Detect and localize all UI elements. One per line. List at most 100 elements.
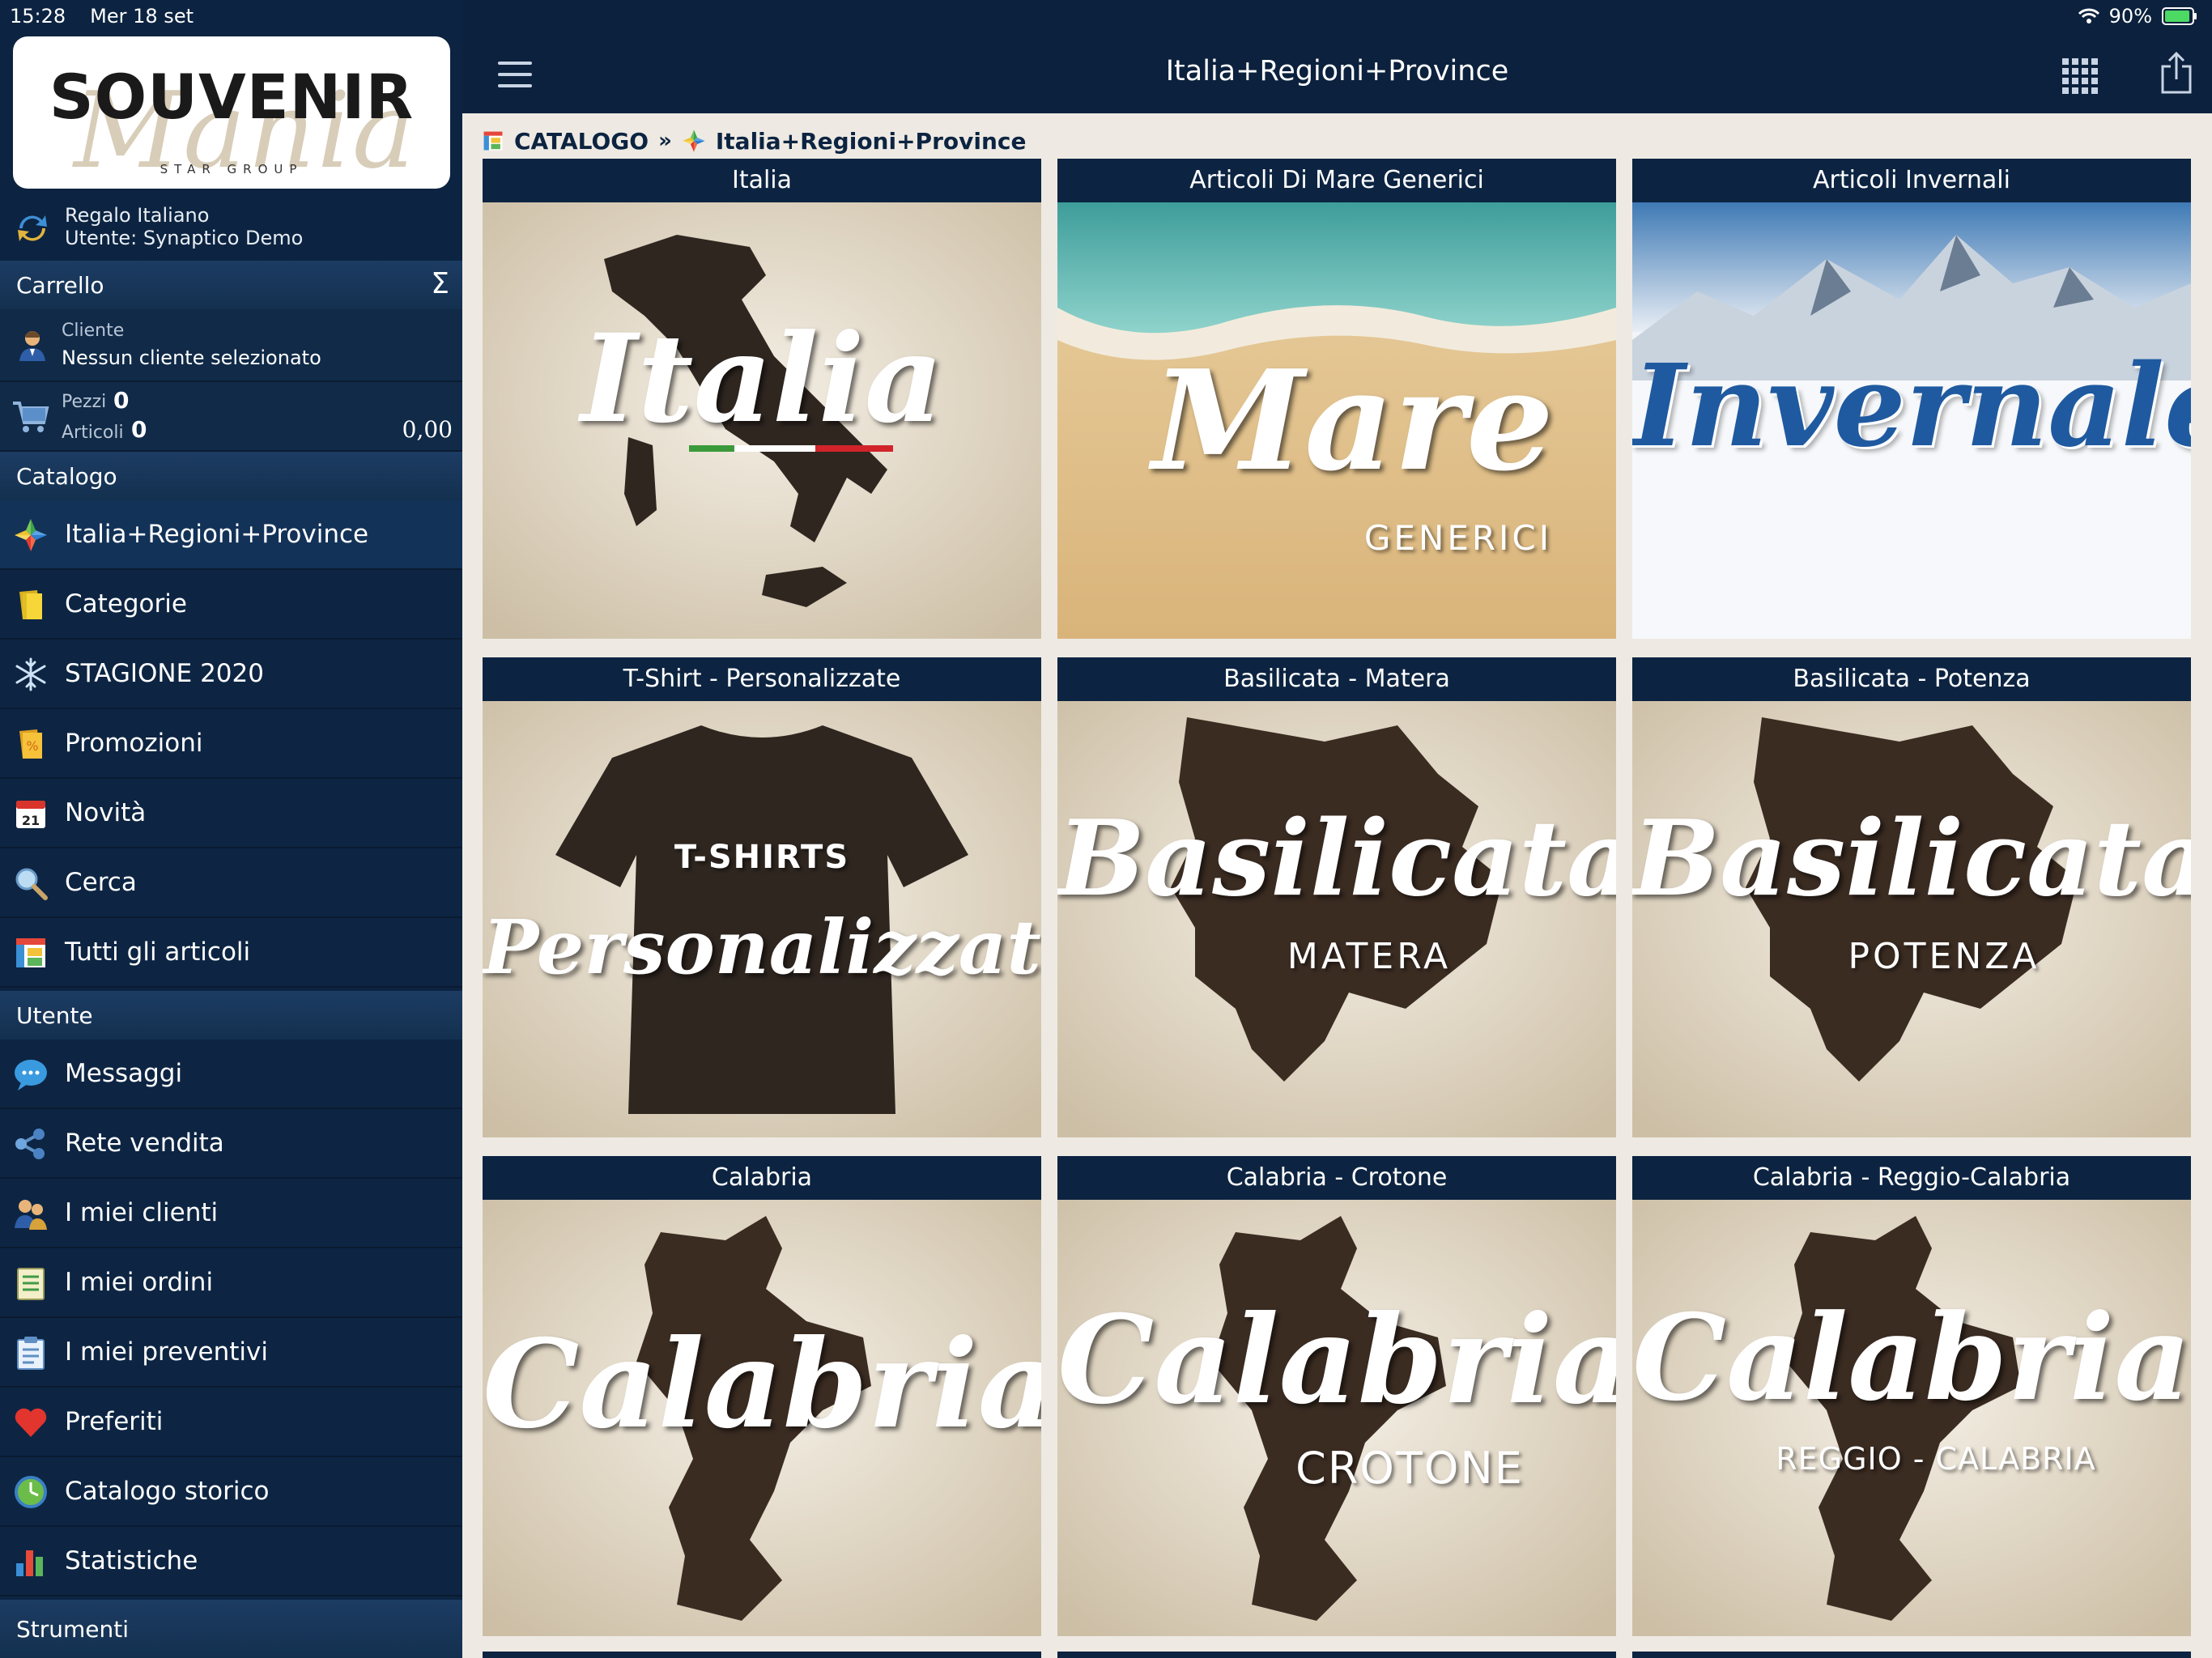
wifi-icon bbox=[2078, 8, 2099, 23]
promo-icon: % bbox=[19, 729, 42, 759]
flag-green-stripe bbox=[689, 445, 734, 452]
sidebar-item-label: Statistiche bbox=[65, 1546, 198, 1575]
sidebar-item-sales-network[interactable]: Rete vendita bbox=[0, 1109, 462, 1179]
tile-script-text: Basilicata bbox=[1057, 798, 1616, 920]
sidebar-item-my-orders[interactable]: I miei ordini bbox=[0, 1248, 462, 1318]
tile-subtitle: POTENZA bbox=[1848, 936, 2040, 977]
sidebar-item-my-clients[interactable]: I miei clienti bbox=[0, 1179, 462, 1248]
sidebar-item-news[interactable]: 21 Novità bbox=[0, 779, 462, 848]
tile-image: T-SHIRTS Personalizzate bbox=[483, 701, 1041, 1137]
sigma-icon[interactable]: Σ bbox=[431, 267, 449, 300]
tile-image: Italia bbox=[483, 202, 1041, 639]
tile-script-text: Calabria bbox=[1632, 1289, 2191, 1427]
sidebar-item-categories[interactable]: Categorie bbox=[0, 570, 462, 640]
grid-view-icon[interactable] bbox=[2062, 58, 2098, 94]
tile-script-text: Italia bbox=[581, 308, 943, 450]
tile-image: Invernale bbox=[1632, 202, 2191, 639]
customer-value: Nessun cliente selezionato bbox=[62, 346, 321, 369]
cart-section-header: Carrello Σ bbox=[0, 261, 462, 309]
tile-title: Calabria - Reggio-Calabria bbox=[1632, 1156, 2191, 1200]
regions-icon bbox=[683, 130, 705, 152]
sidebar-item-label: Novità bbox=[65, 798, 147, 827]
tile-title: Basilicata - Matera bbox=[1057, 657, 1616, 701]
sidebar-item-search[interactable]: Cerca bbox=[0, 848, 462, 918]
sidebar-item-all-items[interactable]: Tutti gli articoli bbox=[0, 918, 462, 988]
clients-icon bbox=[15, 1200, 47, 1230]
tile-subtitle: T-SHIRTS bbox=[674, 839, 850, 876]
status-date: Mer 18 set bbox=[90, 5, 194, 28]
svg-text:21: 21 bbox=[22, 813, 40, 828]
catalog-section-header: Catalogo bbox=[0, 452, 462, 500]
breadcrumb-root[interactable]: CATALOGO bbox=[514, 128, 649, 155]
tile-title: Articoli Invernali bbox=[1632, 159, 2191, 202]
share-icon[interactable] bbox=[2159, 52, 2193, 94]
user-section-label: Utente bbox=[16, 1001, 93, 1029]
sidebar-item-label: Catalogo storico bbox=[65, 1477, 270, 1506]
cart-summary[interactable]: Pezzi 0 Articoli 0 0,00 bbox=[0, 382, 462, 452]
cart-section-label: Carrello bbox=[16, 271, 104, 299]
all-items-icon bbox=[16, 938, 45, 967]
customer-selector[interactable]: Cliente Nessun cliente selezionato bbox=[0, 309, 462, 382]
sync-icon bbox=[18, 215, 47, 241]
sidebar-item-label: I miei clienti bbox=[65, 1198, 219, 1227]
sidebar-item-messages[interactable]: Messaggi bbox=[0, 1039, 462, 1109]
sidebar-item-label: I miei ordini bbox=[65, 1268, 214, 1297]
tile-subtitle: CROTONE bbox=[1295, 1443, 1524, 1494]
regions-icon bbox=[15, 519, 47, 551]
catalog-content: CATALOGO » Italia+Regioni+Province Itali… bbox=[462, 113, 2212, 1658]
tile-image: Basilicata MATERA bbox=[1057, 701, 1616, 1137]
tile-calabria-reggio[interactable]: Calabria - Reggio-Calabria Calabria REGG… bbox=[1632, 1156, 2191, 1636]
calendar-icon: 21 bbox=[16, 801, 45, 828]
battery-percentage: 90% bbox=[2108, 5, 2152, 28]
catalog-section-label: Catalogo bbox=[16, 462, 117, 490]
customer-icon bbox=[19, 331, 45, 361]
sidebar-item-label: Rete vendita bbox=[65, 1129, 224, 1158]
sidebar-item-promotions[interactable]: % Promozioni bbox=[0, 709, 462, 779]
current-user: Utente: Synaptico Demo bbox=[65, 227, 304, 249]
flag-red-stripe bbox=[815, 445, 893, 452]
page-title: Italia+Regioni+Province bbox=[1165, 55, 1509, 87]
app-logo: Mania SOUVENIR STAR GROUP bbox=[13, 36, 450, 189]
stats-icon bbox=[16, 1550, 43, 1576]
sidebar-item-statistics[interactable]: Statistiche bbox=[0, 1527, 462, 1596]
tile-script-text: Calabria bbox=[483, 1313, 1041, 1456]
orders-icon bbox=[17, 1268, 45, 1300]
articles-value: 0 bbox=[131, 416, 147, 443]
company-selector[interactable]: Regalo Italiano Utente: Synaptico Demo bbox=[0, 199, 462, 261]
tile-script-text: Personalizzate bbox=[483, 903, 1041, 991]
tile-invernale[interactable]: Articoli Invernali Invernale bbox=[1632, 159, 2191, 639]
sidebar-item-season[interactable]: STAGIONE 2020 bbox=[0, 640, 462, 709]
tile-image: Basilicata POTENZA bbox=[1632, 701, 2191, 1137]
sidebar-item-catalog-history[interactable]: Catalogo storico bbox=[0, 1457, 462, 1527]
tile-title: Articoli Di Mare Generici bbox=[1057, 159, 1616, 202]
status-bar-right: 90% bbox=[2078, 0, 2197, 32]
tile-basilicata-matera[interactable]: Basilicata - Matera Basilicata MATERA bbox=[1057, 657, 1616, 1137]
sidebar-item-label: Messaggi bbox=[65, 1059, 183, 1088]
breadcrumb-separator: » bbox=[658, 129, 672, 153]
logo-main-text: SOUVENIR bbox=[49, 61, 415, 133]
categories-icon bbox=[19, 590, 42, 619]
sidebar-item-my-quotes[interactable]: I miei preventivi bbox=[0, 1318, 462, 1388]
sidebar-item-label: Promozioni bbox=[65, 729, 203, 758]
quotes-icon bbox=[17, 1337, 45, 1370]
heart-icon bbox=[15, 1408, 47, 1437]
tile-basilicata-potenza[interactable]: Basilicata - Potenza Basilicata POTENZA bbox=[1632, 657, 2191, 1137]
company-name: Regalo Italiano bbox=[65, 204, 210, 227]
tile-tshirt[interactable]: T-Shirt - Personalizzate T-SHIRTS Person… bbox=[483, 657, 1041, 1137]
tile-title: Basilicata - Potenza bbox=[1632, 657, 2191, 701]
tile-next-row-edge bbox=[1632, 1652, 2191, 1658]
sidebar: 15:28 Mer 18 set Mania SOUVENIR STAR GRO… bbox=[0, 0, 462, 1658]
sidebar-item-favorites[interactable]: Preferiti bbox=[0, 1388, 462, 1457]
tile-calabria-crotone[interactable]: Calabria - Crotone Calabria CROTONE bbox=[1057, 1156, 1616, 1636]
tile-mare[interactable]: Articoli Di Mare Generici Mare GENERICI bbox=[1057, 159, 1616, 639]
breadcrumb: CATALOGO » Italia+Regioni+Province bbox=[482, 125, 1026, 157]
tile-italia[interactable]: Italia Italia bbox=[483, 159, 1041, 639]
status-bar-left: 15:28 Mer 18 set bbox=[10, 0, 194, 32]
tile-calabria[interactable]: Calabria Calabria bbox=[483, 1156, 1041, 1636]
sidebar-item-regions[interactable]: Italia+Regioni+Province bbox=[0, 500, 462, 570]
catalog-icon bbox=[483, 131, 503, 151]
tile-subtitle: MATERA bbox=[1287, 936, 1452, 977]
tile-title: Italia bbox=[483, 159, 1041, 202]
flag-white-stripe bbox=[734, 445, 815, 452]
sidebar-item-label: Cerca bbox=[65, 868, 137, 897]
